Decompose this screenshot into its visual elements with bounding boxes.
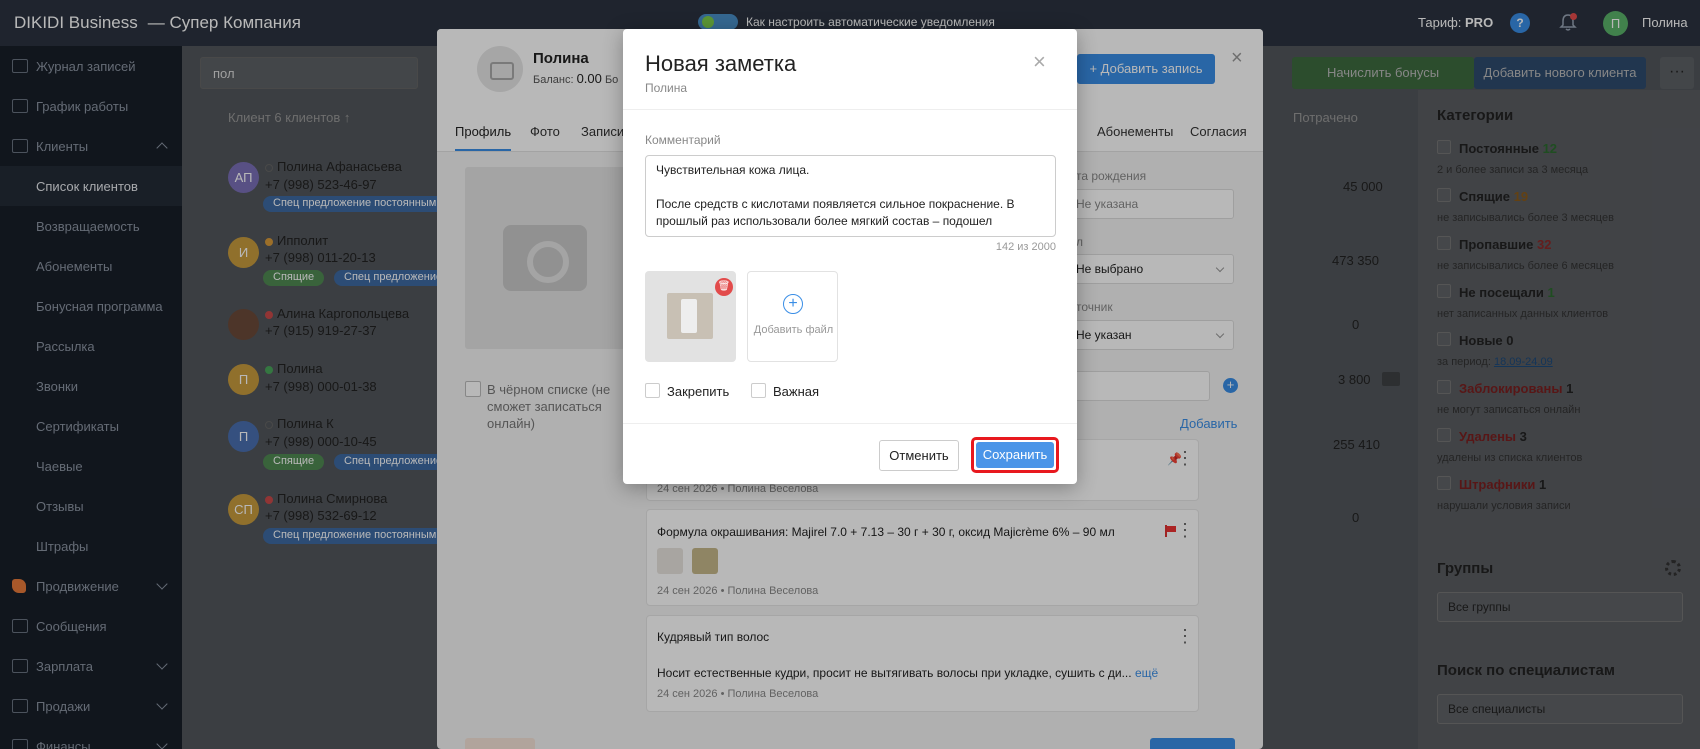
important-checkbox[interactable] [751, 383, 766, 398]
divider [623, 109, 1077, 110]
plus-circle-icon: + [783, 294, 803, 314]
important-label[interactable]: Важная [773, 384, 819, 399]
add-file-label: Добавить файл [753, 324, 834, 336]
modal-title: Новая заметка [645, 51, 797, 76]
attachment-image[interactable] [667, 293, 713, 339]
attachment-thumbnail[interactable]: 🗑 [645, 271, 736, 362]
close-icon[interactable]: × [1033, 49, 1046, 75]
trash-icon[interactable]: 🗑 [715, 278, 733, 296]
comment-textarea[interactable]: Чувствительная кожа лица. После средств … [645, 155, 1056, 237]
cancel-button[interactable]: Отменить [879, 440, 959, 471]
char-counter: 142 из 2000 [995, 241, 1056, 253]
add-file-button[interactable]: + Добавить файл [747, 271, 838, 362]
new-note-modal: Новая заметка Полина × Комментарий Чувст… [623, 29, 1077, 484]
pin-checkbox[interactable] [645, 383, 660, 398]
save-button[interactable]: Сохранить [971, 437, 1059, 473]
modal-subtitle: Полина [645, 81, 688, 95]
divider [623, 423, 1077, 424]
pin-label[interactable]: Закрепить [667, 384, 729, 399]
comment-label: Комментарий [645, 133, 721, 147]
